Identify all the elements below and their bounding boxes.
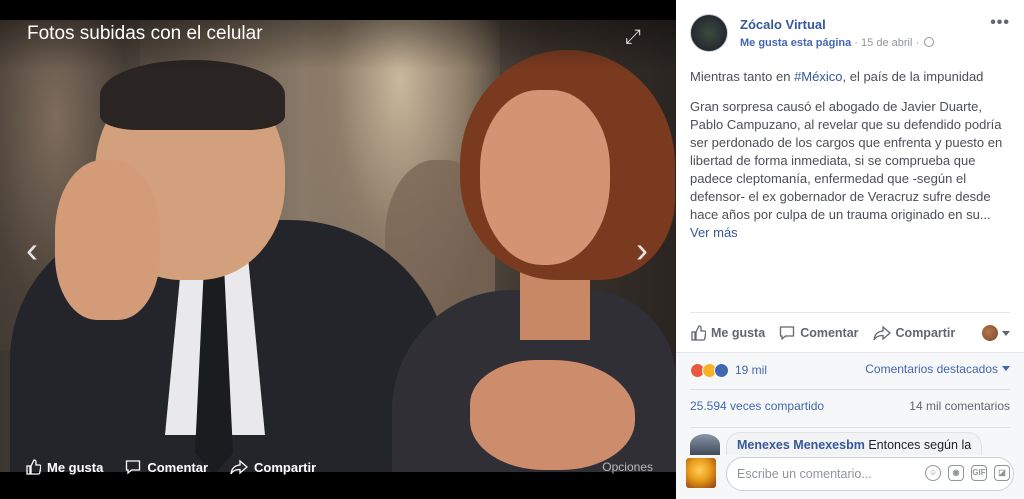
share-label: Compartir (895, 325, 956, 340)
comment-item: Menexes Menexesbm Entonces según la (690, 427, 1010, 456)
chevron-down-icon (1002, 330, 1010, 336)
post-actions: Me gusta Comentar Compartir (690, 312, 1010, 352)
post-stats: 25.594 veces compartido 14 mil comentari… (690, 389, 1010, 419)
like-page-button[interactable]: Me gusta esta página (740, 37, 851, 49)
react-as-selector[interactable] (982, 325, 1010, 341)
page-avatar[interactable] (690, 14, 728, 52)
previous-photo-arrow-icon[interactable]: ‹ (20, 230, 44, 270)
reactions-summary[interactable]: 19 mil Comentarios destacados (690, 361, 1010, 379)
post-paragraph: Gran sorpresa causó el abogado de Javier… (690, 98, 1010, 242)
comment-icon (780, 325, 795, 340)
post-headline: Mientras tanto en #México, el país de la… (690, 68, 1010, 86)
post-header: Zócalo Virtual Me gusta esta página · 15… (690, 14, 1010, 54)
top-comments-label: Comentarios destacados (865, 362, 998, 376)
reaction-count[interactable]: 19 mil (735, 363, 767, 377)
post-body-text: Gran sorpresa causó el abogado de Javier… (690, 99, 1003, 222)
photo-viewer: Fotos subidas con el celular ⤢ ‹ › Me gu… (0, 0, 676, 498)
comment-bubble: Menexes Menexesbm Entonces según la (726, 432, 983, 456)
viewer-like-label: Me gusta (47, 459, 104, 475)
viewer-like-button[interactable]: Me gusta (25, 459, 103, 475)
post-panel: Zócalo Virtual Me gusta esta página · 15… (676, 0, 1024, 499)
like-button[interactable]: Me gusta (690, 324, 766, 341)
chevron-down-icon (1002, 366, 1010, 371)
more-options-icon[interactable]: ••• (990, 14, 1010, 32)
photo-woman-face (480, 90, 610, 265)
comment-label: Comentar (800, 325, 859, 340)
post-meta: Me gusta esta página · 15 de abril · (740, 37, 935, 49)
meta-separator: · (851, 37, 862, 49)
photo-man-hand (55, 160, 160, 320)
page-name-link[interactable]: Zócalo Virtual (740, 17, 826, 32)
thumbs-up-icon (691, 324, 706, 341)
comments-area: 19 mil Comentarios destacados 25.594 vec… (676, 352, 1024, 499)
thumbs-up-icon (26, 459, 41, 475)
viewer-comment-button[interactable]: Comentar (125, 459, 208, 475)
emoji-icon[interactable]: ☺ (925, 465, 941, 481)
post-ellipsis: ... (979, 207, 991, 222)
top-comments-dropdown[interactable]: Comentarios destacados (865, 362, 1010, 376)
album-title[interactable]: Fotos subidas con el celular (27, 23, 263, 45)
expand-icon[interactable]: ⤢ (625, 27, 645, 47)
composer-icons: ☺ ◉ GIF ◪ (918, 465, 1010, 481)
viewer-action-bar: Me gusta Comentar Compartir Opciones (0, 452, 676, 482)
globe-icon (924, 37, 935, 47)
photo-man-hair (100, 60, 285, 130)
post-date-link[interactable]: 15 de abril (861, 37, 912, 49)
camera-icon[interactable]: ◉ (948, 465, 964, 481)
current-user-avatar (686, 458, 716, 488)
post-headline-prefix: Mientras tanto en (690, 69, 795, 84)
user-avatar-small (982, 325, 998, 341)
viewer-share-button[interactable]: Compartir (230, 459, 316, 475)
hashtag-link[interactable]: #México (794, 69, 842, 84)
post-text: Mientras tanto en #México, el país de la… (690, 68, 1010, 254)
share-icon (872, 325, 891, 340)
comment-composer: Escribe un comentario... ☺ ◉ GIF ◪ (676, 455, 1024, 499)
like-reaction-icon (714, 362, 729, 378)
viewer-options-link[interactable]: Opciones (602, 460, 653, 474)
commenter-avatar[interactable] (690, 434, 720, 456)
see-more-link[interactable]: Ver más (690, 225, 738, 240)
comment-button[interactable]: Comentar (779, 325, 859, 341)
post-photo[interactable] (0, 20, 676, 472)
like-label: Me gusta (711, 325, 766, 340)
meta-separator: · (912, 37, 923, 49)
share-button[interactable]: Compartir (872, 325, 956, 341)
comment-author-link[interactable]: Menexes Menexesbm (737, 438, 865, 452)
viewer-comment-label: Comentar (147, 459, 209, 475)
comment-text: Entonces según la (864, 438, 972, 452)
share-icon (230, 459, 249, 475)
viewer-share-label: Compartir (254, 459, 317, 475)
sticker-icon[interactable]: ◪ (994, 465, 1010, 481)
comment-input-placeholder: Escribe un comentario... (737, 467, 872, 481)
post-headline-suffix: , el país de la impunidad (842, 69, 984, 84)
comment-icon (126, 460, 141, 475)
gif-icon[interactable]: GIF (971, 465, 987, 481)
next-photo-arrow-icon[interactable]: › (630, 230, 654, 270)
comments-count: 14 mil comentarios (909, 399, 1010, 413)
shares-count-link[interactable]: 25.594 veces compartido (690, 399, 824, 413)
